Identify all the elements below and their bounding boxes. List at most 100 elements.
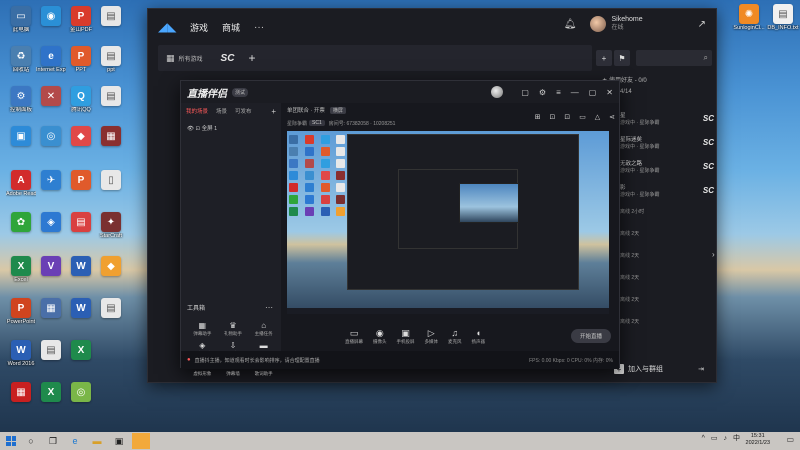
tab-my-scenes[interactable]: 我的场景	[186, 107, 208, 116]
lock-icon[interactable]: ⊡	[196, 126, 201, 132]
tab-scenes[interactable]: 场景	[216, 107, 227, 116]
add-group-icon[interactable]: ⚑	[614, 50, 630, 66]
desktop-icon[interactable]: ▦	[6, 382, 36, 403]
tray-icon[interactable]: ^	[702, 435, 705, 442]
skin-icon[interactable]: ▢	[521, 88, 529, 97]
desktop-icon[interactable]: W	[66, 256, 96, 277]
source-button[interactable]: ◉ 摄像头	[373, 328, 387, 345]
clock[interactable]: 15:31 2022/1/23	[746, 433, 770, 447]
bell-icon[interactable]: 🔔︎	[564, 19, 577, 30]
tray-icon[interactable]: 中	[733, 433, 740, 443]
desktop-icon[interactable]: ▭ 此电脑	[6, 6, 36, 34]
desktop-icon[interactable]: P PPT	[66, 46, 96, 74]
avatar[interactable]	[590, 16, 607, 32]
desktop-icon[interactable]: V	[36, 256, 66, 277]
nav-games[interactable]: 游戏	[190, 21, 208, 34]
tool-item[interactable]: ▦ 弹幕助手	[187, 321, 218, 337]
minimize-icon[interactable]: —	[571, 88, 579, 97]
nav-store[interactable]: 商城	[222, 21, 240, 34]
desktop-icon[interactable]: ▤ DB_INFO.txt	[766, 4, 800, 32]
desktop-icon[interactable]: ◆	[96, 256, 126, 277]
search-icon[interactable]: ○	[22, 433, 40, 449]
add-tab-icon[interactable]: +	[248, 51, 255, 65]
desktop-icon[interactable]: P 金山PDF	[66, 6, 96, 34]
desktop-icon[interactable]: ✕	[36, 86, 66, 107]
desktop-icon[interactable]: X Excel	[6, 256, 36, 284]
source-button[interactable]: ◖ 扬声器	[472, 328, 486, 345]
scene-item[interactable]: 👁︎ ⊡ 全屏 1	[187, 124, 275, 132]
desktop-icon[interactable]: X	[66, 340, 96, 361]
desktop-icon[interactable]: P PowerPoint	[6, 298, 36, 326]
external-link-icon[interactable]: ↗	[698, 19, 706, 30]
lock-open-icon[interactable]: ⊡	[564, 114, 570, 121]
desktop-icon[interactable]: ◈	[36, 212, 66, 233]
desktop-icon[interactable]: ◎	[66, 382, 96, 403]
tray-icon[interactable]: ▭	[711, 434, 718, 442]
friend-row[interactable]: 离线 2天	[620, 253, 716, 267]
menu-icon[interactable]: ≡	[556, 88, 561, 97]
stream-title[interactable]: 单团联合 · 开票	[287, 106, 325, 114]
friend-row[interactable]: 星际迷矣 游戏中 · 星际争霸 SC	[620, 137, 716, 151]
desktop-icon[interactable]: ✺ SunloginCl...	[732, 4, 766, 32]
tab-all-games[interactable]: 所有游戏	[179, 54, 203, 63]
tool-item[interactable]: ⌂ 主播任务	[248, 321, 279, 337]
active-app-button[interactable]	[132, 433, 150, 449]
friend-search[interactable]: ⌕	[636, 50, 712, 66]
tool-item[interactable]: ♛ 礼物助手	[218, 321, 249, 337]
source-button[interactable]: ♫ 麦克风	[448, 328, 462, 345]
desktop-icon[interactable]: ✿	[6, 212, 36, 233]
close-icon[interactable]: ✕	[606, 88, 613, 97]
desktop-icon[interactable]: Q 腾讯QQ	[66, 86, 96, 114]
desktop-icon[interactable]: ▤	[66, 212, 96, 233]
friend-row[interactable]: 离线 2小时	[620, 209, 716, 223]
edge-icon[interactable]: e	[66, 433, 84, 449]
desktop-icon[interactable]: ▣	[6, 126, 36, 147]
orientation-tag[interactable]: 横屏	[329, 106, 346, 114]
desktop-icon[interactable]: ▦	[36, 298, 66, 319]
add-friend-icon[interactable]: +	[596, 50, 612, 66]
desktop-icon[interactable]: ✦ StarCraft	[96, 212, 126, 240]
desktop-icon[interactable]: ▤	[96, 6, 126, 27]
source-button[interactable]: ▷ 多媒体	[425, 328, 439, 345]
lock-icon[interactable]: ⊡	[550, 114, 556, 121]
friend-row[interactable]: 影游戏中 · 星际争霸 SC	[620, 185, 716, 199]
start-live-button[interactable]: 开始直播	[571, 329, 611, 343]
friend-search-input[interactable]	[643, 54, 704, 62]
grid-icon[interactable]: ▦	[166, 53, 175, 64]
notification-icon[interactable]: ▭	[786, 435, 794, 444]
friend-row[interactable]: 离线 2天	[620, 297, 716, 311]
maximize-icon[interactable]: ▢	[589, 88, 597, 97]
share-icon[interactable]: ⋖	[609, 114, 615, 121]
desktop-icon[interactable]: ◎	[36, 126, 66, 147]
friend-row[interactable]: 星游戏中 · 星际争霸 SC	[620, 113, 716, 127]
desktop-icon[interactable]: eInternet Explorer	[36, 46, 66, 74]
game-category[interactable]: 星际争霸	[287, 120, 307, 127]
explorer-icon[interactable]: ▬	[88, 433, 106, 449]
desktop-icon[interactable]: ✈	[36, 170, 66, 191]
eye-icon[interactable]: 👁︎	[187, 126, 194, 132]
tab-publishable[interactable]: 可发布	[235, 107, 252, 116]
desktop-icon[interactable]: AAdobe Reader	[6, 170, 36, 198]
live-avatar[interactable]	[491, 86, 504, 98]
start-button[interactable]	[4, 434, 18, 448]
stream-preview[interactable]	[287, 131, 609, 314]
desktop-icon[interactable]: W	[66, 298, 96, 319]
source-button[interactable]: ▣ 手机投屏	[397, 328, 415, 345]
app-logo-icon[interactable]: ◢◣	[158, 21, 176, 33]
more-icon[interactable]: ···	[254, 22, 264, 33]
desktop-icon[interactable]: X	[36, 382, 66, 403]
friend-row[interactable]: 离线 2天	[620, 275, 716, 289]
desktop-icon[interactable]: ▤	[96, 298, 126, 319]
exit-icon[interactable]: ⇥	[698, 365, 704, 373]
desktop-icon[interactable]: ◆	[66, 126, 96, 147]
chat-icon[interactable]: ▭	[579, 114, 586, 121]
terminal-icon[interactable]: ▣	[110, 433, 128, 449]
desktop-icon[interactable]: ⚙ 控制面板	[6, 86, 36, 114]
starcraft-tab[interactable]: SC	[221, 53, 235, 64]
desktop-icon[interactable]: W Word 2016	[6, 340, 36, 368]
gift-icon[interactable]: ⊞	[535, 114, 541, 121]
user-info[interactable]: Sikehome 在线	[611, 15, 642, 33]
desktop-icon[interactable]: ▤ ppt	[96, 46, 126, 74]
friend-row[interactable]: 无敌之路 游戏中 · 星际争霸 SC	[620, 161, 716, 175]
source-button[interactable]: ▭ 直播屏幕	[345, 328, 363, 345]
